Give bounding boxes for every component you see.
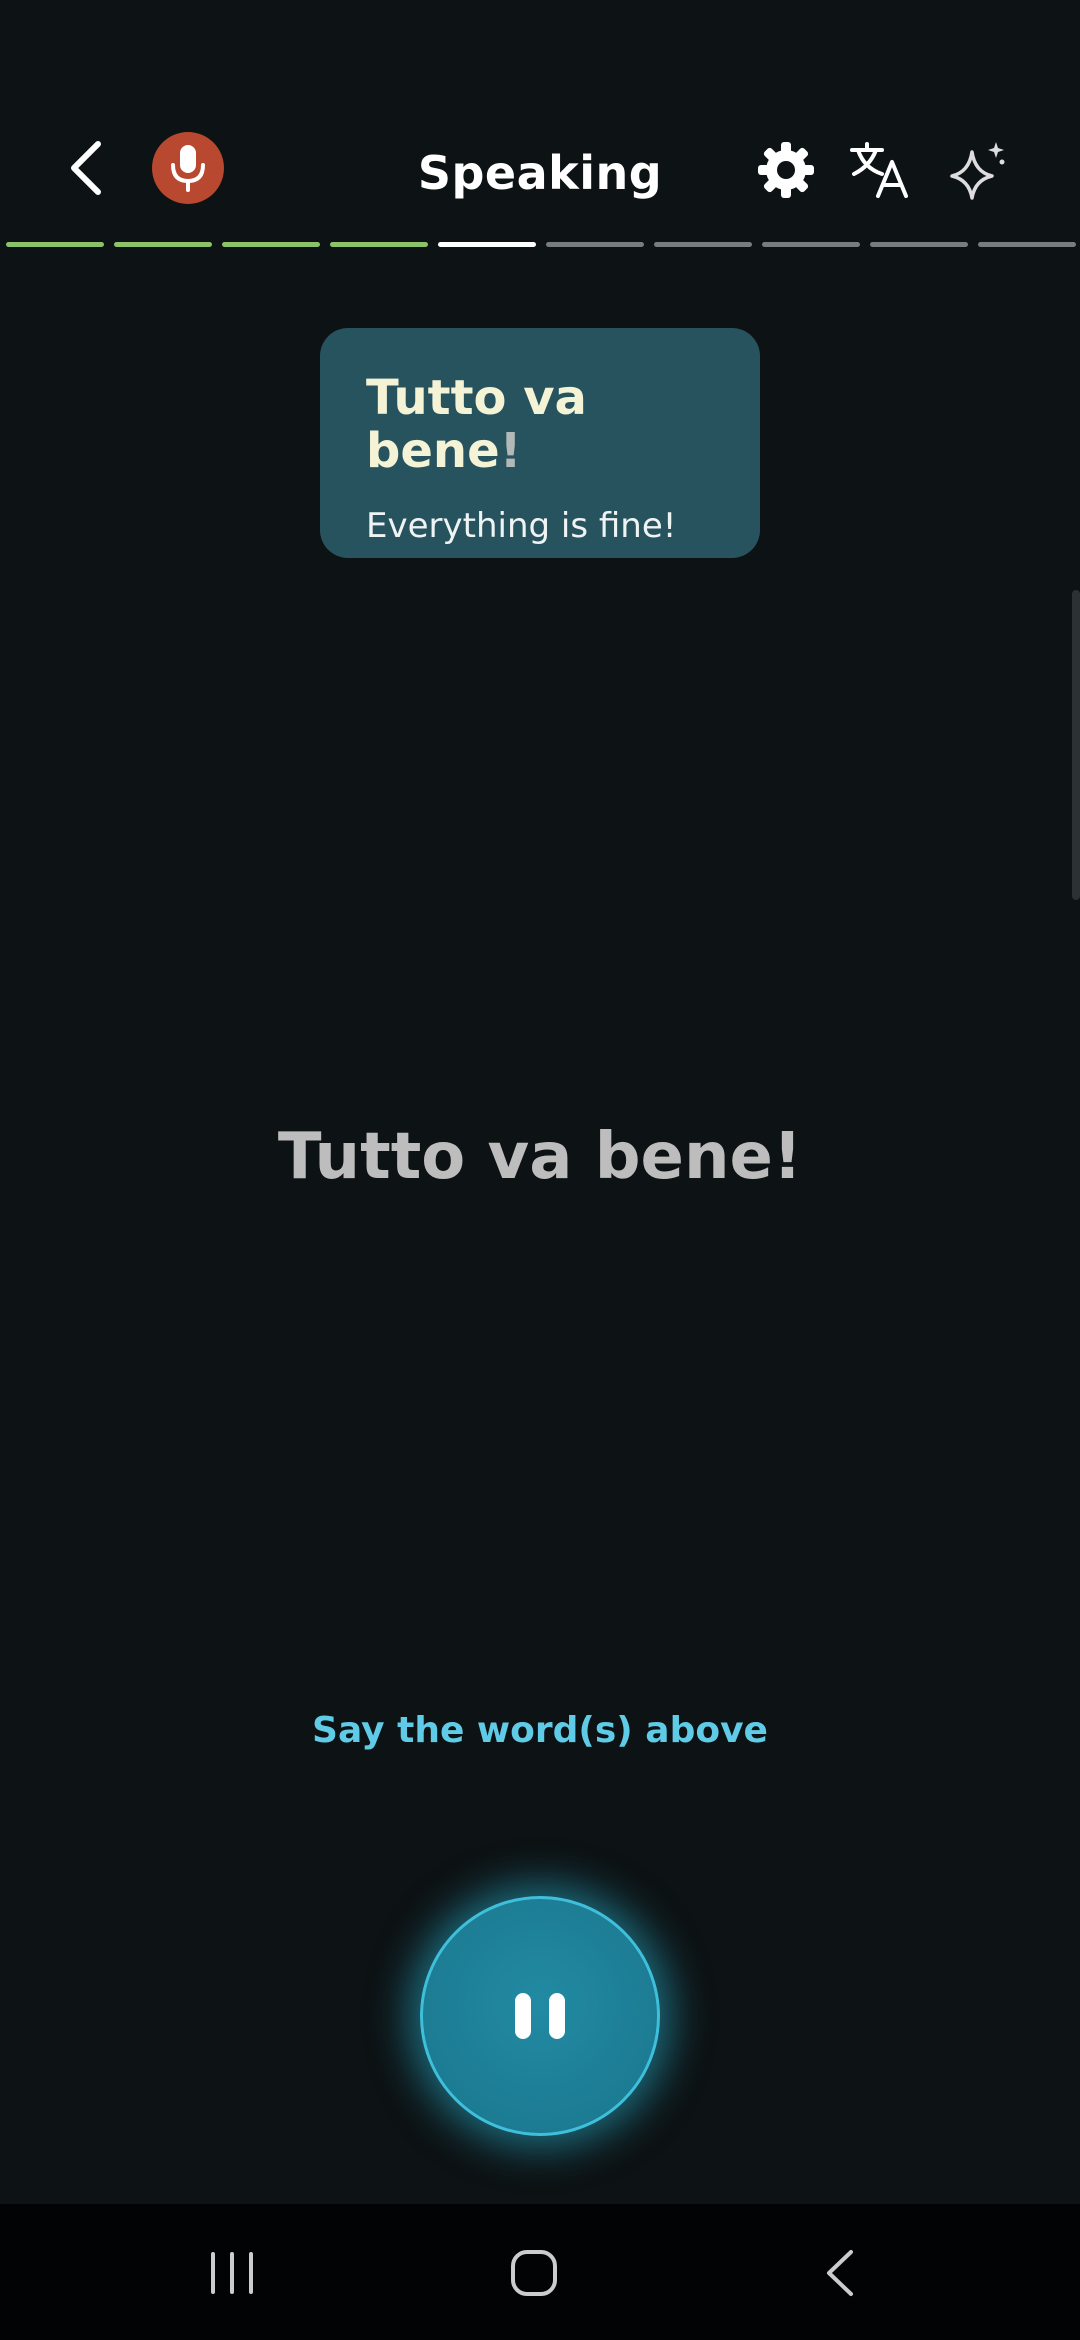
record-pause-button[interactable] [420, 1896, 660, 2136]
target-phrase: Tutto va bene! [277, 1120, 803, 1194]
progress-segment [222, 242, 320, 247]
page-title: Speaking [417, 146, 663, 200]
recent-apps-button[interactable] [192, 2238, 272, 2308]
lesson-progress-bar [6, 242, 1076, 248]
recent-apps-icon [211, 2252, 253, 2294]
phrase-card[interactable]: Tutto va bene! Everything is fine! [320, 328, 760, 558]
back-icon [827, 2250, 853, 2296]
home-icon [511, 2250, 557, 2296]
home-button[interactable] [494, 2238, 574, 2308]
gear-icon [758, 142, 814, 198]
speaking-instruction: Say the word(s) above [312, 1710, 768, 1751]
progress-segment [654, 242, 752, 247]
progress-segment [438, 242, 536, 247]
sparkle-icon [950, 142, 1005, 200]
progress-segment [330, 242, 428, 247]
translate-button[interactable] [846, 136, 914, 204]
system-back-button[interactable] [800, 2238, 880, 2308]
progress-segment [114, 242, 212, 247]
card-phrase-text: Tutto va bene [366, 370, 587, 479]
ai-assist-button[interactable] [944, 136, 1012, 204]
card-phrase-punctuation: ! [499, 422, 522, 479]
settings-button[interactable] [752, 136, 820, 204]
progress-segment [978, 242, 1076, 247]
top-bar: Speaking [0, 120, 1080, 230]
progress-segment [6, 242, 104, 247]
progress-segment [870, 242, 968, 247]
progress-segment [762, 242, 860, 247]
pause-icon [549, 1993, 565, 2039]
card-phrase: Tutto va bene! [366, 372, 714, 478]
translate-icon [850, 142, 908, 198]
scroll-indicator [1072, 590, 1080, 900]
card-translation: Everything is fine! [366, 505, 677, 546]
progress-segment [546, 242, 644, 247]
pause-icon [515, 1993, 531, 2039]
system-navigation-bar [0, 2204, 1080, 2340]
